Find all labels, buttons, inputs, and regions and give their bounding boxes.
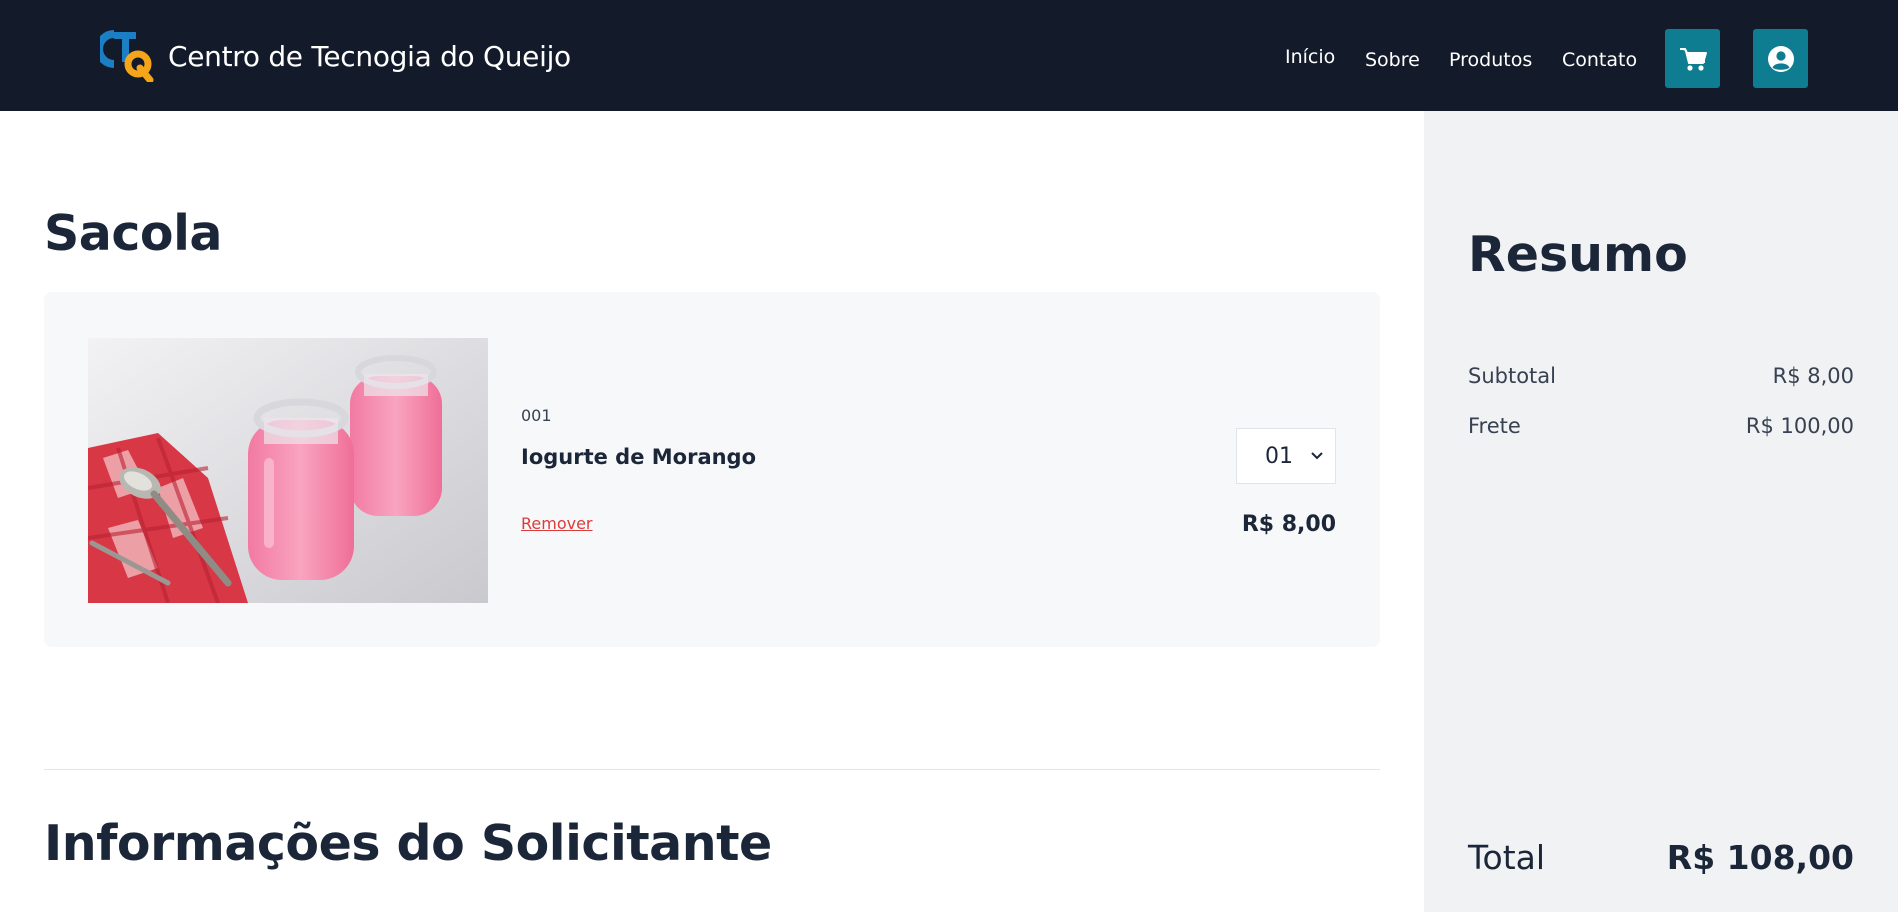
product-image <box>88 338 488 603</box>
order-summary-panel: Resumo Subtotal R$ 8,00 Frete R$ 100,00 … <box>1424 111 1898 912</box>
total-label: Total <box>1468 838 1546 877</box>
subtotal-row: Subtotal R$ 8,00 <box>1468 364 1854 388</box>
product-code: 001 <box>521 406 552 425</box>
shipping-value: R$ 100,00 <box>1745 414 1854 438</box>
quantity-value: 01 <box>1265 443 1293 469</box>
summary-title: Resumo <box>1468 226 1688 283</box>
total-value: R$ 108,00 <box>1666 838 1854 877</box>
remove-item-link[interactable]: Remover <box>521 514 593 533</box>
nav-link-produtos[interactable]: Produtos <box>1449 49 1532 71</box>
ctq-logo[interactable] <box>100 30 154 82</box>
cart-title: Sacola <box>44 205 222 262</box>
chevron-down-icon <box>1311 452 1323 460</box>
shipping-row: Frete R$ 100,00 <box>1468 414 1854 438</box>
requester-title: Informações do Solicitante <box>44 815 772 872</box>
nav-link-contato[interactable]: Contato <box>1562 49 1637 71</box>
top-navbar: Centro de Tecnogia do Queijo Início Sobr… <box>0 0 1898 111</box>
cart-icon <box>1679 47 1707 71</box>
brand-title[interactable]: Centro de Tecnogia do Queijo <box>168 40 571 73</box>
product-name: Iogurte de Morango <box>521 445 757 469</box>
subtotal-value: R$ 8,00 <box>1772 364 1854 388</box>
shipping-label: Frete <box>1468 414 1521 438</box>
user-icon <box>1767 45 1794 72</box>
subtotal-label: Subtotal <box>1468 364 1556 388</box>
cart-button[interactable] <box>1665 29 1720 88</box>
nav-link-sobre[interactable]: Sobre <box>1365 49 1420 71</box>
user-button[interactable] <box>1753 29 1808 88</box>
cart-item-card: 001 Iogurte de Morango Remover 01 R$ 8,0… <box>44 292 1380 647</box>
section-divider <box>44 769 1380 770</box>
item-price: R$ 8,00 <box>1241 512 1336 537</box>
nav-link-inicio[interactable]: Início <box>1285 46 1335 68</box>
total-row: Total R$ 108,00 <box>1468 838 1854 877</box>
quantity-select[interactable]: 01 <box>1236 428 1336 484</box>
